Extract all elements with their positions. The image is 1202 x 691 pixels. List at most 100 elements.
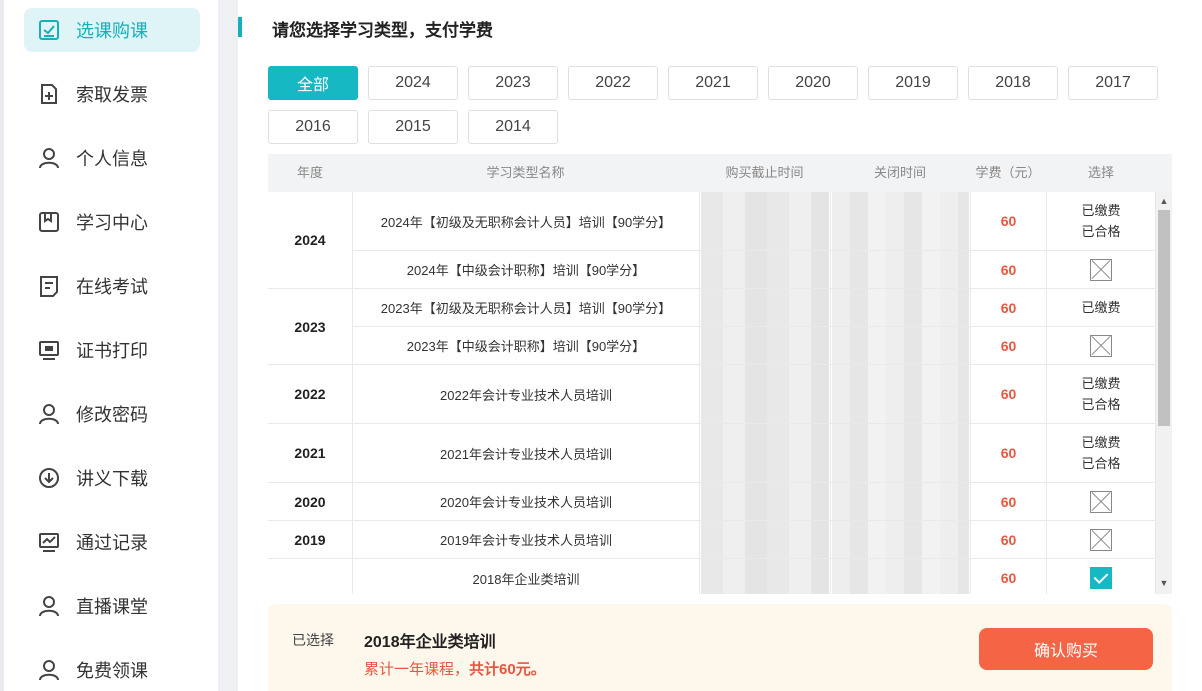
- filter-2019[interactable]: 2019: [868, 66, 958, 100]
- year-cell: 2022: [268, 365, 353, 424]
- status-paid: 已缴费: [1081, 435, 1121, 450]
- monitor-icon: [38, 339, 60, 361]
- blurred-value: [832, 365, 969, 423]
- blurred-value: [832, 483, 969, 520]
- course-name: 2020年会计专业技术人员培训: [353, 483, 700, 521]
- sidebar-item-label: 讲义下载: [76, 469, 148, 489]
- course-name: 2023年【中级会计职称】培训【90学分】: [353, 327, 700, 365]
- filter-2015[interactable]: 2015: [368, 110, 458, 144]
- status-paid: 已缴费: [1081, 376, 1121, 391]
- price-cell: 60: [971, 365, 1047, 424]
- sidebar-item-live-class[interactable]: 直播课堂: [24, 584, 200, 628]
- select-cell: [1047, 559, 1156, 594]
- close-time-cell: [831, 559, 971, 594]
- filter-2014[interactable]: 2014: [468, 110, 558, 144]
- blurred-value: [701, 251, 829, 288]
- scroll-down-icon[interactable]: ▼: [1156, 576, 1172, 590]
- sidebar-item-online-exam[interactable]: 在线考试: [24, 264, 200, 308]
- user-icon: [38, 659, 60, 681]
- th-year: 年度: [296, 165, 323, 180]
- scroll-up-icon[interactable]: ▲: [1156, 194, 1172, 208]
- blurred-value: [832, 559, 969, 594]
- sidebar-item-invoice[interactable]: 索取发票: [24, 72, 200, 116]
- scroll-thumb[interactable]: [1158, 210, 1170, 426]
- filter-2021[interactable]: 2021: [668, 66, 758, 100]
- th-fee: 学费（元）: [975, 165, 1041, 180]
- blurred-value: [701, 365, 829, 423]
- blurred-value: [701, 289, 829, 326]
- blurred-value: [701, 521, 829, 558]
- status-cell: 已缴费 已合格: [1047, 424, 1156, 483]
- exam-icon: [38, 275, 60, 297]
- deadline-cell: [700, 192, 831, 251]
- chart-icon: [38, 531, 60, 553]
- year-cell: 2018: [268, 559, 353, 594]
- table-header: 年度 学习类型名称 购买截止时间 关闭时间 学费（元） 选择: [268, 154, 1172, 192]
- price-cell: 60: [971, 521, 1047, 559]
- summary-total: 共计60元。: [469, 661, 546, 678]
- blurred-value: [832, 521, 969, 558]
- course-name: 2022年会计专业技术人员培训: [353, 365, 700, 424]
- filter-2018[interactable]: 2018: [968, 66, 1058, 100]
- sidebar-item-pass-records[interactable]: 通过记录: [24, 520, 200, 564]
- filter-2017[interactable]: 2017: [1068, 66, 1158, 100]
- sidebar-item-free-course[interactable]: 免费领课: [24, 648, 200, 691]
- checked-checkbox[interactable]: [1090, 566, 1112, 589]
- sidebar-item-profile[interactable]: 个人信息: [24, 136, 200, 180]
- filter-all[interactable]: 全部: [268, 66, 358, 100]
- filter-2016[interactable]: 2016: [268, 110, 358, 144]
- user-icon: [38, 595, 60, 617]
- selection-bar: 已选择 2018年企业类培训 累计一年课程，共计60元。 确认购买: [268, 604, 1172, 691]
- blurred-value: [832, 251, 969, 288]
- selected-label: 已选择: [292, 632, 334, 648]
- status-cell: 已缴费 已合格: [1047, 192, 1156, 251]
- sidebar-item-learning-center[interactable]: 学习中心: [24, 200, 200, 244]
- deadline-cell: [700, 483, 831, 521]
- price-cell: 60: [971, 559, 1047, 594]
- sidebar-item-course-purchase[interactable]: 选课购课: [24, 8, 200, 52]
- filter-2023[interactable]: 2023: [468, 66, 558, 100]
- deadline-cell: [700, 289, 831, 327]
- close-time-cell: [831, 483, 971, 521]
- sidebar-item-change-password[interactable]: 修改密码: [24, 392, 200, 436]
- selected-summary: 累计一年课程，共计60元。: [364, 658, 546, 679]
- table-scrollbar[interactable]: ▲ ▼: [1156, 192, 1172, 594]
- confirm-purchase-button[interactable]: 确认购买: [979, 628, 1153, 670]
- deadline-cell: [700, 424, 831, 483]
- user-icon: [38, 147, 60, 169]
- sidebar-item-label: 直播课堂: [76, 597, 148, 617]
- price-cell: 60: [971, 251, 1047, 289]
- filter-2020[interactable]: 2020: [768, 66, 858, 100]
- select-cell: [1047, 521, 1156, 559]
- sidebar-item-handout-download[interactable]: 讲义下载: [24, 456, 200, 500]
- filter-2024[interactable]: 2024: [368, 66, 458, 100]
- deadline-cell: [700, 365, 831, 424]
- disabled-checkbox[interactable]: [1090, 490, 1112, 513]
- th-name: 学习类型名称: [486, 165, 565, 180]
- summary-prefix: 累计一年课程，: [364, 661, 470, 678]
- select-cell: [1047, 251, 1156, 289]
- disabled-checkbox[interactable]: [1090, 528, 1112, 551]
- year-cell: 2021: [268, 424, 353, 483]
- sidebar-item-label: 学习中心: [76, 213, 148, 233]
- sidebar-item-label: 个人信息: [76, 149, 148, 169]
- price-cell: 60: [971, 327, 1047, 365]
- disabled-checkbox[interactable]: [1090, 334, 1112, 357]
- invoice-icon: [38, 83, 60, 105]
- sidebar-item-label: 在线考试: [76, 277, 148, 297]
- price-cell: 60: [971, 192, 1047, 251]
- status-passed: 已合格: [1081, 397, 1121, 412]
- disabled-checkbox[interactable]: [1090, 258, 1112, 281]
- sidebar-item-label: 修改密码: [76, 405, 148, 425]
- blurred-value: [701, 192, 829, 250]
- status-paid: 已缴费: [1081, 203, 1121, 218]
- select-cell: [1047, 483, 1156, 521]
- status-cell: 已缴费 已合格: [1047, 365, 1156, 424]
- deadline-cell: [700, 251, 831, 289]
- price-cell: 60: [971, 424, 1047, 483]
- close-time-cell: [831, 192, 971, 251]
- course-name: 2024年【初级及无职称会计人员】培训【90学分】: [353, 192, 700, 251]
- sidebar-item-certificate-print[interactable]: 证书打印: [24, 328, 200, 372]
- sidebar-item-label: 索取发票: [76, 85, 148, 105]
- filter-2022[interactable]: 2022: [568, 66, 658, 100]
